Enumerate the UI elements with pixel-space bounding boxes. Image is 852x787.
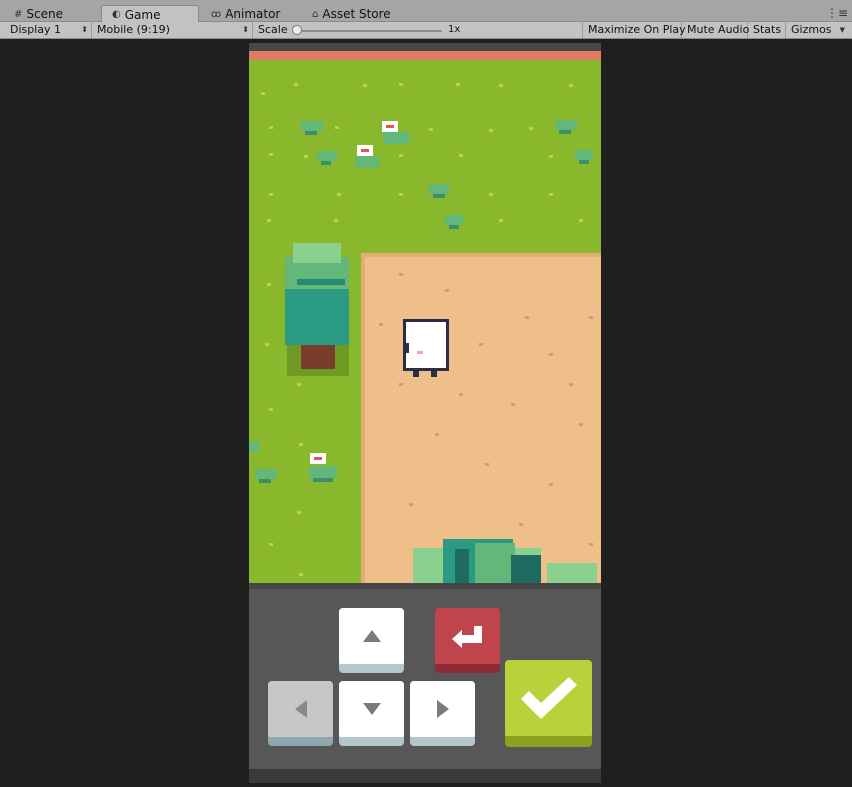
tab-game-label: Game xyxy=(124,7,161,22)
arrow-left-icon xyxy=(294,700,307,718)
dropdown-arrow-icon: ▼ xyxy=(839,26,845,34)
store-icon: ⌂ xyxy=(312,8,319,20)
scale-slider-thumb[interactable] xyxy=(292,25,302,35)
gizmos-dropdown[interactable]: Gizmos ▼ xyxy=(786,22,848,38)
up-button[interactable] xyxy=(339,608,404,673)
screen-bottom-band xyxy=(249,769,601,783)
tab-scene-label: Scene xyxy=(26,7,63,21)
tree xyxy=(285,243,349,376)
arrow-up-icon xyxy=(362,630,381,642)
dropdown-arrow-icon: ⬍ xyxy=(242,25,249,34)
tab-scene[interactable]: # Scene xyxy=(4,5,71,22)
control-pad xyxy=(249,589,601,779)
scale-value: 1x xyxy=(448,24,461,35)
back-button[interactable] xyxy=(435,608,500,673)
gizmos-label: Gizmos xyxy=(791,23,832,36)
right-button[interactable] xyxy=(410,681,475,746)
tab-animator-label: Animator xyxy=(225,7,281,21)
editor-tab-bar: # Scene ◐ Game ꝏ Animator ⌂ Asset Store … xyxy=(0,0,852,22)
left-button[interactable] xyxy=(268,681,333,746)
tab-animator[interactable]: ꝏ Animator xyxy=(201,5,288,22)
game-world xyxy=(249,43,601,583)
confirm-button[interactable] xyxy=(505,660,592,747)
top-border-strip xyxy=(249,51,601,60)
maximize-on-play-toggle[interactable]: Maximize On Play xyxy=(583,22,686,38)
down-button[interactable] xyxy=(339,681,404,746)
arrow-right-icon xyxy=(436,700,449,718)
sand-area xyxy=(361,253,601,583)
scale-label: Scale xyxy=(258,23,288,36)
tab-game[interactable]: ◐ Game xyxy=(101,5,199,22)
scale-slider-track[interactable] xyxy=(295,30,442,32)
tab-menu-icon[interactable]: ⋮≡ xyxy=(826,6,848,20)
arrow-down-icon xyxy=(362,703,381,715)
game-screen xyxy=(249,43,601,783)
display-dropdown[interactable]: Display 1 ⬍ xyxy=(5,22,92,38)
game-toolbar: Display 1 ⬍ Mobile (9:19) ⬍ Scale 1x Max… xyxy=(0,22,852,39)
aspect-dropdown-label: Mobile (9:19) xyxy=(97,23,170,36)
check-icon xyxy=(520,677,577,719)
dropdown-arrow-icon: ⬍ xyxy=(81,25,88,34)
return-icon xyxy=(451,626,482,648)
grid-icon: # xyxy=(14,8,23,20)
display-dropdown-label: Display 1 xyxy=(10,23,62,36)
animator-icon: ꝏ xyxy=(211,8,222,20)
ghost-character xyxy=(403,319,449,377)
tab-asset-store-label: Asset Store xyxy=(322,7,391,21)
mute-audio-toggle[interactable]: Mute Audio xyxy=(682,22,749,38)
gamepad-icon: ◐ xyxy=(112,9,121,20)
stats-toggle[interactable]: Stats xyxy=(748,22,786,38)
tab-asset-store[interactable]: ⌂ Asset Store xyxy=(302,5,399,22)
aspect-dropdown[interactable]: Mobile (9:19) ⬍ xyxy=(92,22,253,38)
game-viewport xyxy=(0,40,852,787)
